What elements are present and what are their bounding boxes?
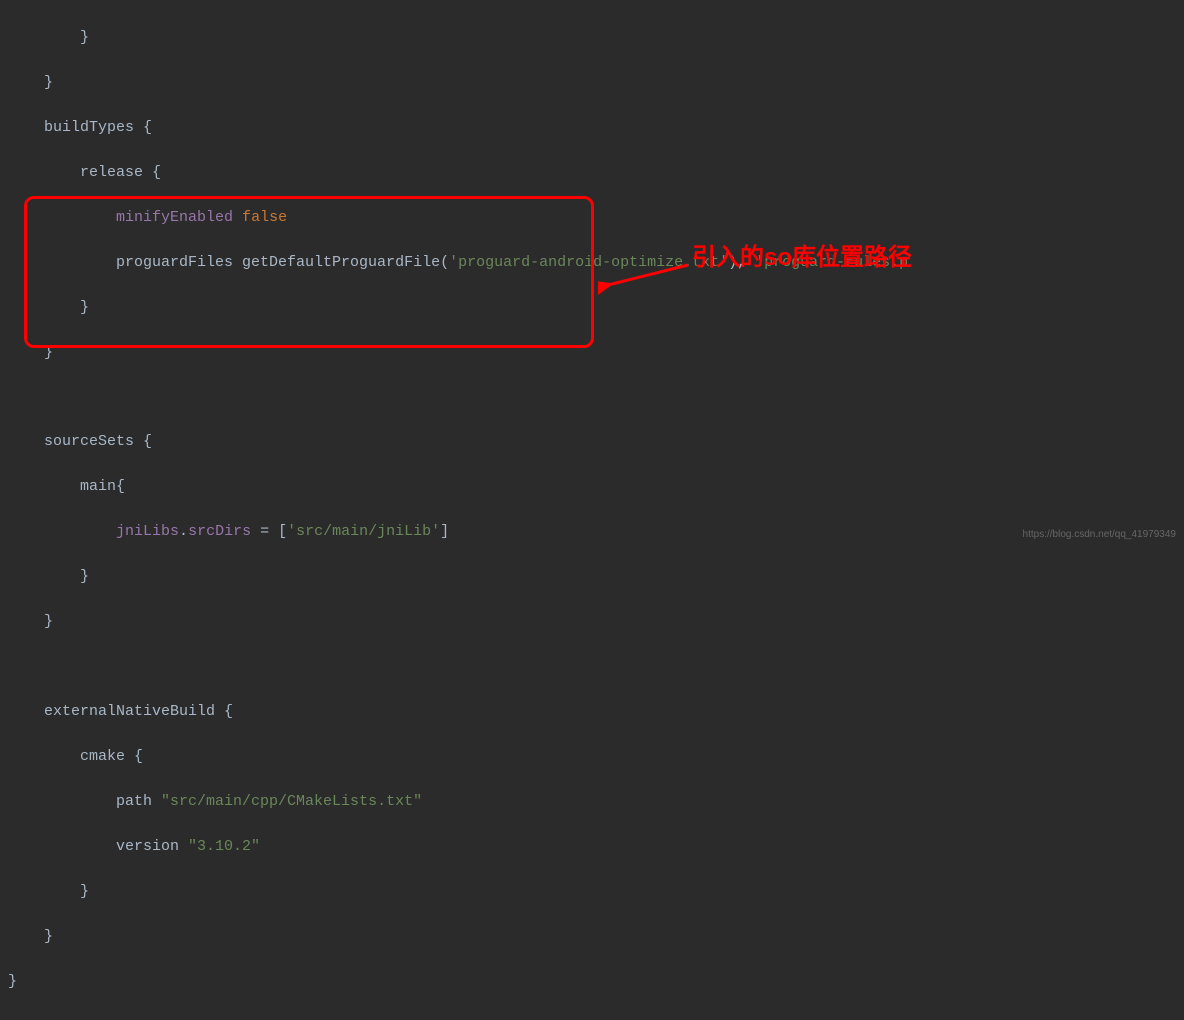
code-line: } (8, 27, 1184, 50)
annotation-label: 引入的so库位置路径 (692, 240, 912, 276)
code-line: } (8, 342, 1184, 365)
code-line: } (8, 297, 1184, 320)
code-line: minifyEnabled false (8, 207, 1184, 230)
code-line: cmake { (8, 746, 1184, 769)
code-line: } (8, 926, 1184, 949)
code-line: path "src/main/cpp/CMakeLists.txt" (8, 791, 1184, 814)
code-line (8, 387, 1184, 409)
code-line: sourceSets { (8, 431, 1184, 454)
watermark: https://blog.csdn.net/qq_41979349 (1023, 527, 1176, 542)
code-line: buildTypes { (8, 117, 1184, 140)
code-line (8, 656, 1184, 678)
code-line: } (8, 971, 1184, 994)
code-line: } (8, 611, 1184, 634)
code-line: jniLibs.srcDirs = ['src/main/jniLib'] (8, 521, 1184, 544)
code-line: } (8, 72, 1184, 95)
code-line: } (8, 881, 1184, 904)
code-line: proguardFiles getDefaultProguardFile('pr… (8, 252, 1184, 275)
code-line: version "3.10.2" (8, 836, 1184, 859)
code-line: } (8, 566, 1184, 589)
code-line: externalNativeBuild { (8, 701, 1184, 724)
code-line: main{ (8, 476, 1184, 499)
code-line: release { (8, 162, 1184, 185)
code-editor[interactable]: } } buildTypes { release { minifyEnabled… (0, 0, 1184, 1020)
